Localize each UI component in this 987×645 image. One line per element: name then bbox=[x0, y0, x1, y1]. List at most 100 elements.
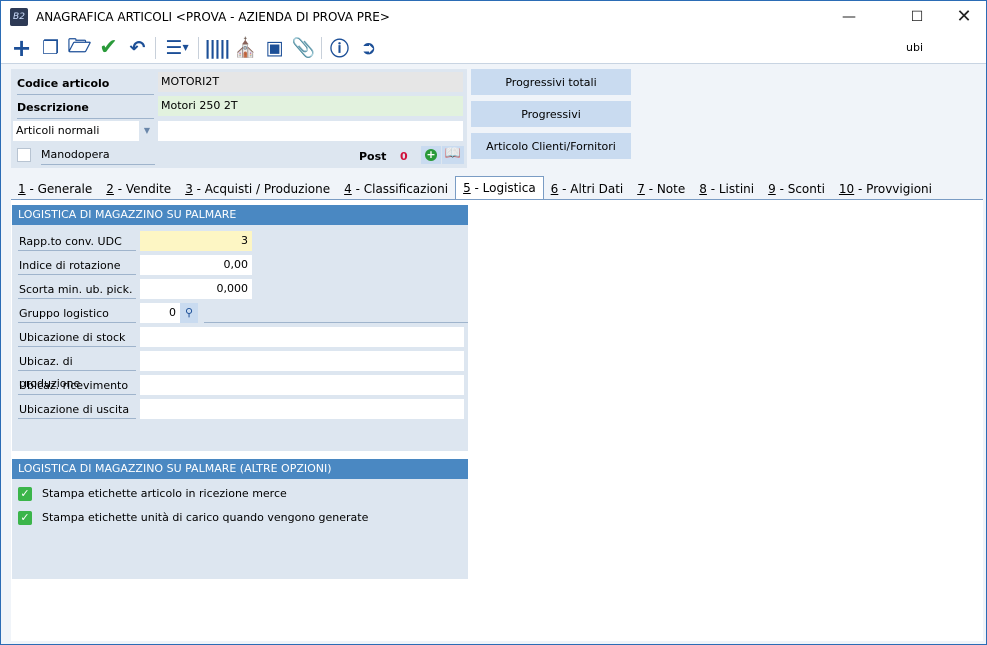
field-row: Ubicaz. ricevimento bbox=[18, 375, 468, 397]
exit-icon[interactable]: ➲ bbox=[354, 34, 383, 62]
basket-icon[interactable]: ⛪ bbox=[231, 34, 260, 62]
field-label: Rapp.to conv. UDC bbox=[18, 231, 136, 251]
clienti-fornitori-button[interactable]: Articolo Clienti/Fornitori bbox=[471, 133, 631, 159]
tab-number: 2 bbox=[106, 182, 114, 196]
field-label: Ubicaz. ricevimento bbox=[18, 375, 136, 395]
field-row: Rapp.to conv. UDC 3 bbox=[18, 231, 468, 253]
post-count: 0 bbox=[400, 150, 408, 163]
field-label: Ubicaz. di produzione bbox=[18, 351, 136, 390]
box-icon[interactable]: ▣ bbox=[260, 34, 289, 62]
descrizione-field[interactable]: Motori 250 2T bbox=[158, 96, 463, 116]
tab-number: 8 bbox=[699, 182, 707, 196]
tab-generale[interactable]: 1 - Generale bbox=[11, 178, 99, 200]
separator bbox=[155, 36, 156, 59]
maximize-button[interactable]: ☐ bbox=[894, 1, 940, 32]
field-input[interactable] bbox=[140, 327, 464, 347]
option-checkbox[interactable]: ✓ bbox=[18, 511, 32, 525]
progressivi-totali-button[interactable]: Progressivi totali bbox=[471, 69, 631, 95]
folder-open-icon[interactable]: 🗁 bbox=[65, 34, 94, 62]
logistica-panel: LOGISTICA DI MAGAZZINO SU PALMARE Rapp.t… bbox=[12, 205, 468, 451]
toolbar: + ❐ 🗁 ✔ ↶ ☰ ▼ ||||| ⛪ ▣ 📎 ⓘ ➲ bbox=[1, 32, 986, 64]
tab-label: - Generale bbox=[25, 182, 93, 196]
tab-number: 4 bbox=[344, 182, 352, 196]
logistica-panel-title: LOGISTICA DI MAGAZZINO SU PALMARE bbox=[12, 205, 468, 225]
tab-note[interactable]: 7 - Note bbox=[630, 178, 692, 200]
field-label: Indice di rotazione bbox=[18, 255, 136, 275]
tab-number: 10 bbox=[838, 182, 855, 196]
manodopera-checkbox[interactable] bbox=[17, 148, 31, 162]
tab-label: - Sconti bbox=[775, 182, 825, 196]
post-label: Post bbox=[359, 150, 387, 163]
tab-altri-dati[interactable]: 6 - Altri Dati bbox=[544, 178, 631, 200]
menu-dropdown-icon[interactable]: ☰ ▼ bbox=[159, 34, 195, 62]
field-input[interactable]: 0,000 bbox=[140, 279, 252, 299]
tab-label: - Altri Dati bbox=[558, 182, 624, 196]
tab-label: - Acquisti / Produzione bbox=[192, 182, 331, 196]
codice-field[interactable]: MOTORI2T bbox=[158, 72, 463, 92]
window-title: ANAGRAFICA ARTICOLI <PROVA - AZIENDA DI … bbox=[36, 9, 390, 24]
tab-sconti[interactable]: 9 - Sconti bbox=[761, 178, 832, 200]
field-label: Ubicazione di uscita bbox=[18, 399, 136, 419]
field-input[interactable] bbox=[140, 375, 464, 395]
field-label: Scorta min. ub. pick. bbox=[18, 279, 136, 299]
search-input[interactable] bbox=[902, 35, 982, 59]
codice-label: Codice articolo bbox=[17, 77, 154, 95]
field-row: Gruppo logistico 0 ⚲ bbox=[18, 303, 468, 325]
plus-circle-icon: + bbox=[425, 148, 437, 161]
tab-number: 7 bbox=[637, 182, 645, 196]
undo-icon[interactable]: ↶ bbox=[123, 34, 152, 62]
opzioni-panel: LOGISTICA DI MAGAZZINO SU PALMARE (ALTRE… bbox=[12, 459, 468, 579]
field-row: Ubicazione di stock bbox=[18, 327, 468, 349]
tab-logistica[interactable]: 5 - Logistica bbox=[455, 176, 544, 200]
add-post-button[interactable]: + bbox=[421, 146, 441, 164]
option-label: Stampa etichette articolo in ricezione m… bbox=[42, 487, 287, 500]
help-icon[interactable]: ⓘ bbox=[325, 34, 354, 62]
tab-acquisti-produzione[interactable]: 3 - Acquisti / Produzione bbox=[178, 178, 337, 200]
tab-listini[interactable]: 8 - Listini bbox=[692, 178, 761, 200]
tipo-articolo-select[interactable]: Articoli normali ▼ bbox=[13, 121, 155, 141]
close-button[interactable]: ✕ bbox=[941, 1, 987, 32]
tab-bar: 1 - Generale 2 - Vendite 3 - Acquisti / Pr… bbox=[11, 176, 939, 200]
tab-label: - Note bbox=[644, 182, 686, 196]
tab-number: 3 bbox=[185, 182, 193, 196]
field-input[interactable] bbox=[140, 399, 464, 419]
field-label: Gruppo logistico bbox=[18, 303, 136, 323]
tab-label: - Listini bbox=[706, 182, 755, 196]
extra-field[interactable] bbox=[158, 121, 463, 141]
tab-provvigioni[interactable]: 10 - Provvigioni bbox=[832, 178, 939, 200]
copy-icon[interactable]: ❐ bbox=[36, 34, 65, 62]
attachment-icon[interactable]: 📎 bbox=[289, 34, 318, 62]
tab-number: 1 bbox=[18, 182, 26, 196]
field-row: Ubicazione di uscita bbox=[18, 399, 468, 421]
new-icon[interactable]: + bbox=[7, 34, 36, 62]
field-input[interactable]: 3 bbox=[140, 231, 252, 251]
save-check-icon[interactable]: ✔ bbox=[94, 34, 123, 62]
field-row: Scorta min. ub. pick. 0,000 bbox=[18, 279, 468, 301]
tab-label: - Provvigioni bbox=[854, 182, 932, 196]
tab-label: - Classificazioni bbox=[351, 182, 449, 196]
field-label: Ubicazione di stock bbox=[18, 327, 136, 347]
field-input[interactable]: 0 bbox=[140, 303, 180, 323]
option-label: Stampa etichette unità di carico quando … bbox=[42, 511, 369, 524]
field-input[interactable]: 0,00 bbox=[140, 255, 252, 275]
book-icon[interactable]: 📖 bbox=[442, 146, 464, 164]
progressivi-button[interactable]: Progressivi bbox=[471, 101, 631, 127]
window: B2 ANAGRAFICA ARTICOLI <PROVA - AZIENDA … bbox=[0, 0, 987, 645]
app-icon: B2 bbox=[10, 7, 28, 26]
title-bar: B2 ANAGRAFICA ARTICOLI <PROVA - AZIENDA … bbox=[1, 1, 986, 32]
field-input[interactable] bbox=[140, 351, 464, 371]
descrizione-label: Descrizione bbox=[17, 101, 154, 119]
option-checkbox[interactable]: ✓ bbox=[18, 487, 32, 501]
tab-label: - Vendite bbox=[113, 182, 172, 196]
manodopera-label: Manodopera bbox=[41, 148, 155, 165]
field-row: Ubicaz. di produzione bbox=[18, 351, 468, 390]
minimize-button[interactable]: — bbox=[826, 1, 872, 32]
tab-vendite[interactable]: 2 - Vendite bbox=[99, 178, 178, 200]
opzioni-panel-title: LOGISTICA DI MAGAZZINO SU PALMARE (ALTRE… bbox=[12, 459, 468, 479]
barcode-icon[interactable]: ||||| bbox=[202, 34, 231, 62]
tab-classificazioni[interactable]: 4 - Classificazioni bbox=[337, 178, 455, 200]
search-icon[interactable]: ⚲ bbox=[180, 303, 198, 323]
tab-content: LOGISTICA DI MAGAZZINO SU PALMARE Rapp.t… bbox=[11, 199, 983, 641]
gruppo-description-line bbox=[204, 322, 468, 323]
chevron-down-icon: ▼ bbox=[139, 121, 155, 141]
